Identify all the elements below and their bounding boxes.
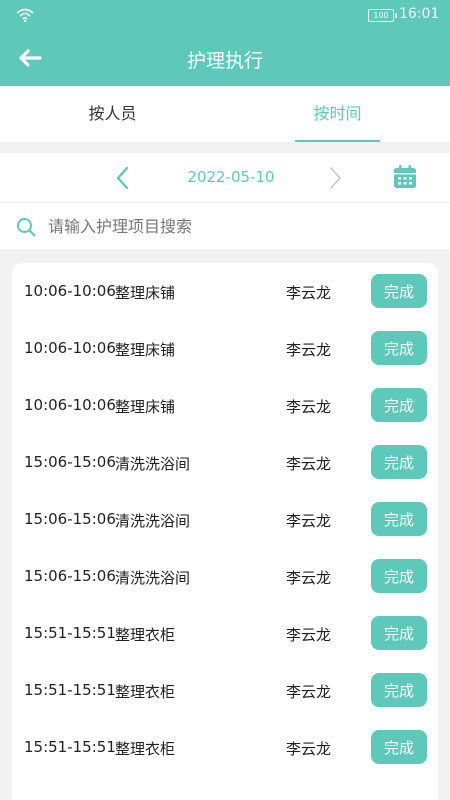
complete-button[interactable]: 完成 [371, 559, 427, 593]
list-item: 15:06-15:06 清洗洗浴间 李云龙 完成 [12, 491, 438, 548]
task-person: 李云龙 [286, 341, 332, 359]
status-bar: 100 16:01 [0, 0, 450, 30]
search-icon [17, 218, 36, 237]
task-name: 整理衣柜 [115, 683, 176, 701]
complete-button[interactable]: 完成 [371, 502, 427, 536]
tab-by-time[interactable]: 按时间 [225, 86, 450, 142]
task-name: 整理床铺 [115, 341, 176, 359]
task-name: 整理衣柜 [115, 626, 176, 644]
tab-by-person[interactable]: 按人员 [0, 86, 225, 142]
nav-bar: 护理执行 [0, 30, 450, 86]
wifi-icon [16, 8, 34, 22]
chevron-left-icon [116, 166, 129, 190]
complete-button[interactable]: 完成 [371, 274, 427, 308]
previous-day-button[interactable] [108, 163, 138, 193]
task-time: 15:51-15:51 [24, 624, 116, 642]
task-person: 李云龙 [286, 569, 332, 587]
complete-button[interactable]: 完成 [371, 730, 427, 764]
list-item: 15:51-15:51 整理衣柜 李云龙 完成 [12, 662, 438, 719]
complete-button[interactable]: 完成 [371, 445, 427, 479]
complete-button[interactable]: 完成 [371, 673, 427, 707]
task-time: 10:06-10:06 [24, 396, 116, 414]
status-time: 16:01 [399, 6, 440, 22]
list-item: 10:06-10:06 整理床铺 李云龙 完成 [12, 263, 438, 320]
calendar-button[interactable] [390, 164, 420, 192]
task-name: 清洗洗浴间 [115, 512, 191, 530]
date-selector: 2022-05-10 [0, 153, 450, 203]
task-person: 李云龙 [286, 512, 332, 530]
complete-button[interactable]: 完成 [371, 388, 427, 422]
complete-button[interactable]: 完成 [371, 616, 427, 650]
task-list: 10:06-10:06 整理床铺 李云龙 完成 10:06-10:06 整理床铺… [12, 263, 438, 800]
back-arrow-icon [19, 49, 42, 67]
task-time: 10:06-10:06 [24, 339, 116, 357]
battery-icon: 100 [368, 9, 397, 22]
task-time: 15:06-15:06 [24, 510, 116, 528]
task-person: 李云龙 [286, 398, 332, 416]
current-date[interactable]: 2022-05-10 [150, 168, 312, 186]
task-time: 15:51-15:51 [24, 681, 116, 699]
list-item: 10:06-10:06 整理床铺 李云龙 完成 [12, 320, 438, 377]
task-time: 15:06-15:06 [24, 567, 116, 585]
task-person: 李云龙 [286, 740, 332, 758]
task-person: 李云龙 [286, 626, 332, 644]
search-input[interactable] [48, 211, 428, 241]
task-name: 整理床铺 [115, 284, 176, 302]
search-bar [0, 203, 450, 249]
list-item: 10:06-10:06 整理床铺 李云龙 完成 [12, 377, 438, 434]
task-person: 李云龙 [286, 683, 332, 701]
task-time: 15:51-15:51 [24, 738, 116, 756]
task-name: 清洗洗浴间 [115, 455, 191, 473]
active-tab-indicator [295, 140, 380, 142]
task-person: 李云龙 [286, 455, 332, 473]
complete-button[interactable]: 完成 [371, 331, 427, 365]
list-item: 15:06-15:06 清洗洗浴间 李云龙 完成 [12, 434, 438, 491]
tab-bar: 按人员 按时间 [0, 86, 450, 142]
list-item: 15:06-15:06 清洗洗浴间 李云龙 完成 [12, 548, 438, 605]
calendar-icon [394, 165, 416, 188]
task-time: 10:06-10:06 [24, 282, 116, 300]
task-person: 李云龙 [286, 284, 332, 302]
task-name: 整理衣柜 [115, 740, 176, 758]
list-item: 15:51-15:51 整理衣柜 李云龙 完成 [12, 605, 438, 662]
task-name: 整理床铺 [115, 398, 176, 416]
next-day-button[interactable] [320, 163, 350, 193]
task-time: 15:06-15:06 [24, 453, 116, 471]
task-name: 清洗洗浴间 [115, 569, 191, 587]
back-button[interactable] [10, 40, 50, 76]
list-item: 15:51-15:51 整理衣柜 李云龙 完成 [12, 719, 438, 776]
chevron-right-icon [330, 167, 341, 189]
page-title: 护理执行 [186, 50, 263, 72]
